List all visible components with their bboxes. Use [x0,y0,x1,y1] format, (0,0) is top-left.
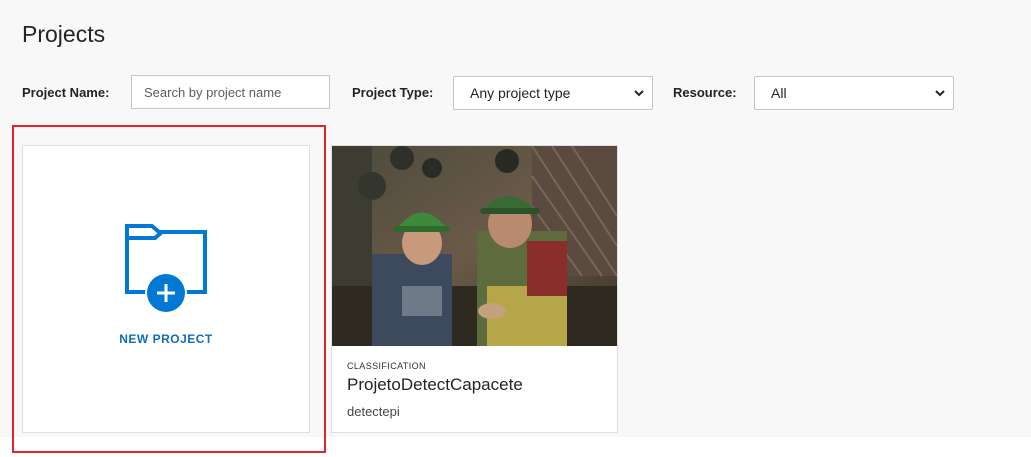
project-type-select[interactable]: Any project type [453,76,653,110]
chevron-down-icon [634,90,644,97]
folder-plus-icon [125,224,207,313]
new-project-label: NEW PROJECT [119,332,213,346]
project-type-selected-value: Any project type [470,85,571,101]
project-name: ProjetoDetectCapacete [347,375,523,394]
new-project-card[interactable]: NEW PROJECT [22,145,310,433]
project-card[interactable]: CLASSIFICATION ProjetoDetectCapacete det… [331,145,618,433]
project-name-search-input[interactable] [131,75,330,109]
page-title: Projects [22,21,106,47]
resource-label: Resource: [673,85,737,100]
project-name-label: Project Name: [22,85,110,100]
chevron-down-icon [935,90,945,97]
resource-selected-value: All [771,85,787,101]
project-resource: detectepi [347,404,400,419]
project-thumbnail-image [332,146,617,346]
resource-select[interactable]: All [754,76,954,110]
project-type-tag: CLASSIFICATION [347,361,426,371]
project-type-label: Project Type: [352,85,434,100]
